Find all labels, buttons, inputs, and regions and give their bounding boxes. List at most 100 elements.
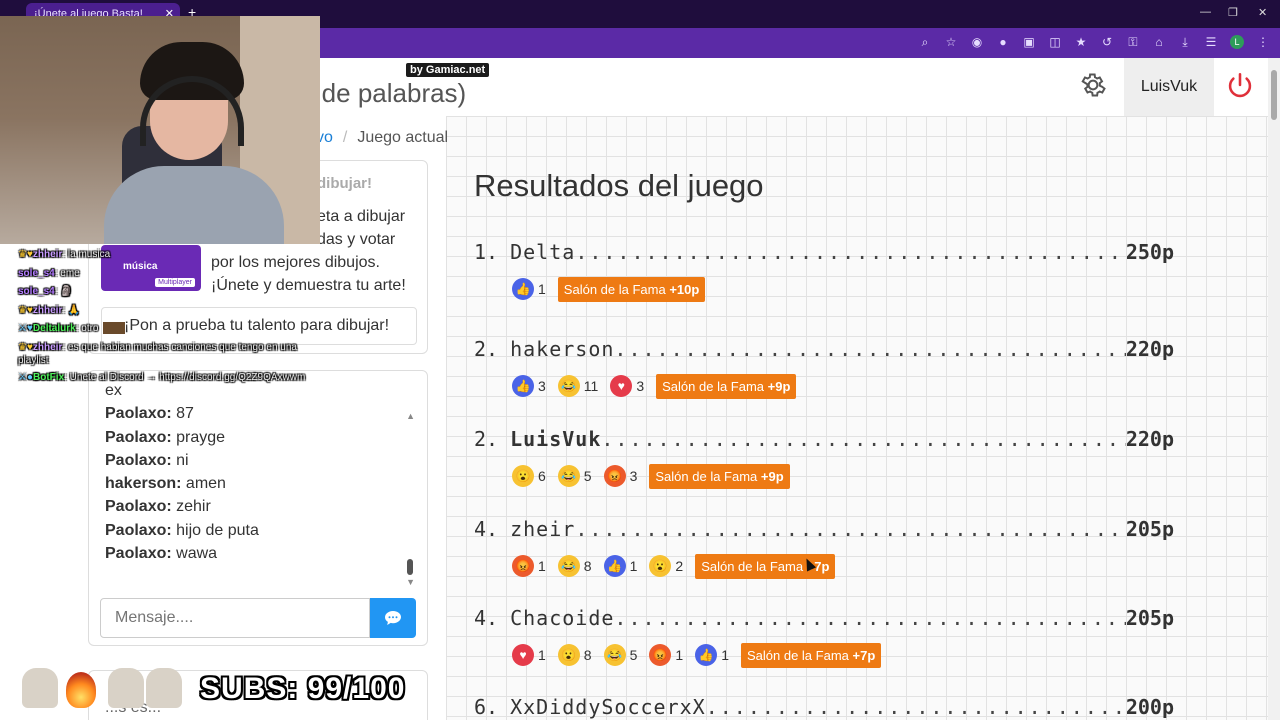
- split-icon[interactable]: ◫: [1048, 35, 1062, 50]
- webcam-person-body: [104, 166, 284, 244]
- site-title[interactable]: o de palabras): [300, 78, 466, 109]
- page-scrollbar-thumb[interactable]: [1271, 70, 1277, 120]
- fame-label: Salón de la Fama: [662, 378, 765, 394]
- overlay-chat-line: ♛♥zhheir: es que habian muchas canciones…: [18, 341, 297, 366]
- extension-icon[interactable]: ◉: [970, 35, 984, 50]
- chat-scroll-up-icon[interactable]: ▲: [406, 411, 415, 421]
- reaction-count: 1: [538, 281, 546, 297]
- gamiac-badge: by Gamiac.net: [406, 63, 490, 77]
- reaction-wow[interactable]: 😮 8: [557, 644, 592, 666]
- power-icon[interactable]: [1226, 72, 1254, 100]
- hall-of-fame-button[interactable]: Salón de la Fama +10p: [557, 276, 706, 302]
- profile-avatar[interactable]: L: [1230, 35, 1244, 49]
- extension-icon[interactable]: ●: [996, 35, 1010, 50]
- cat-figure: [22, 668, 58, 708]
- result-line: 6. XxDiddySoccerxX.......................…: [474, 695, 1174, 720]
- crown-icon: ♛♥: [18, 249, 33, 260]
- reaction-like[interactable]: 👍 1: [695, 644, 729, 666]
- reaction-laugh[interactable]: 😂 5: [603, 644, 637, 666]
- collections-icon[interactable]: ⌂: [1152, 35, 1166, 50]
- reaction-laugh[interactable]: 😂 8: [557, 555, 592, 577]
- bookmark-star-icon[interactable]: ☆: [944, 35, 958, 50]
- player-name: zheir: [510, 517, 576, 541]
- chat-message: Paolaxo: ni: [105, 449, 259, 472]
- laugh-icon: 😂: [603, 644, 626, 666]
- favorites-icon[interactable]: ★: [1074, 35, 1088, 50]
- player-name: Delta: [510, 240, 576, 264]
- result-line: 2. hakerson..............................…: [474, 337, 1174, 363]
- close-window-button[interactable]: ✕: [1258, 6, 1267, 19]
- overlay-chat-line: ⚔♥Deltalurk: otro: [18, 323, 99, 334]
- player-rank: 4.: [474, 517, 499, 541]
- laugh-icon: 😂: [557, 375, 580, 397]
- promo-heading: dibujar!: [317, 175, 372, 192]
- puzzle-icon[interactable]: ▣: [1022, 35, 1036, 50]
- overlay-chat-user: zhheir: [32, 249, 63, 260]
- reaction-angry[interactable]: 😡 1: [512, 555, 546, 577]
- cat-figure: [108, 668, 144, 708]
- chat-text: ni: [171, 451, 189, 469]
- menu-icon[interactable]: ⋮: [1256, 35, 1270, 50]
- chat-user: Paolaxo:: [105, 451, 172, 469]
- reaction-count: 1: [721, 647, 729, 663]
- reaction-laugh[interactable]: 😂 5: [557, 465, 592, 487]
- download-icon[interactable]: ⤓: [1178, 35, 1192, 50]
- reaction-like[interactable]: 👍 1: [603, 555, 637, 577]
- chat-scrollbar-thumb[interactable]: [407, 559, 413, 575]
- reading-icon[interactable]: ☰: [1204, 35, 1218, 50]
- user-menu[interactable]: LuisVuk: [1124, 58, 1214, 116]
- page-scrollbar[interactable]: [1268, 58, 1280, 720]
- history-icon[interactable]: ↺: [1100, 35, 1114, 50]
- chat-messages[interactable]: ex Paolaxo: 87 Paolaxo: prayge Paolaxo: …: [105, 382, 259, 565]
- crown-icon: ♛♥: [18, 304, 33, 316]
- like-icon: 👍: [695, 644, 718, 666]
- overlay-chat-user: zhheir: [32, 304, 63, 316]
- reaction-count: 3: [629, 468, 638, 484]
- reaction-wow[interactable]: 😮 2: [649, 555, 683, 577]
- sword-icon: ⚔●: [18, 371, 34, 383]
- reaction-like[interactable]: 👍 3: [512, 375, 546, 397]
- settings-gear-icon[interactable]: [1078, 70, 1108, 100]
- zoom-icon[interactable]: ⌕: [918, 35, 932, 50]
- reaction-angry[interactable]: 😡 3: [603, 465, 638, 487]
- overlay-chat-user: sole_s4: [18, 267, 55, 279]
- hall-of-fame-button[interactable]: Salón de la Fama +9p: [649, 463, 790, 489]
- chat-scroll-down-icon[interactable]: ▼: [406, 577, 415, 587]
- hall-of-fame-button[interactable]: Salón de la Fama +9p: [656, 373, 797, 399]
- reaction-angry[interactable]: 😡 1: [649, 644, 683, 666]
- chat-user: hakerson:: [105, 475, 182, 493]
- reaction-love[interactable]: ♥ 1: [512, 644, 546, 666]
- reaction-laugh[interactable]: 😂 11: [557, 375, 599, 397]
- overlay-chat-line: ⚔●BotFix: Unete al Discord → https://dis…: [18, 371, 306, 383]
- hall-of-fame-button[interactable]: Salón de la Fama +7p: [740, 642, 882, 668]
- key-icon[interactable]: ⚿: [1126, 35, 1140, 50]
- reaction-count: 8: [583, 647, 592, 663]
- reaction-wow[interactable]: 😮 6: [512, 465, 546, 487]
- breadcrumb-current: Juego actual: [357, 129, 449, 146]
- result-line: 2. LuisVuk...............................…: [474, 427, 1174, 453]
- player-rank: 2.: [474, 337, 499, 361]
- send-message-button[interactable]: [370, 598, 416, 638]
- reaction-count: 2: [675, 558, 684, 574]
- fame-label: Salón de la Fama: [746, 647, 849, 663]
- reaction-bar: 👍 3 😂 11 ♥ 3 Salón de la Fama +9p: [512, 373, 1174, 399]
- chat-message-input[interactable]: [100, 598, 370, 638]
- reaction-count: 11: [583, 378, 599, 394]
- laugh-icon: 😂: [557, 465, 580, 487]
- chat-user: Paolaxo:: [105, 405, 172, 423]
- subs-counter: SUBS: 99/100: [200, 672, 406, 705]
- overlay-chat-line: sole_s4: 🗿: [18, 286, 73, 297]
- chat-user: Paolaxo:: [105, 498, 172, 516]
- reaction-bar: 😮 6 😂 5 😡 3 Salón de la Fama +9p: [512, 463, 1174, 489]
- maximize-button[interactable]: ❐: [1228, 6, 1238, 19]
- chat-user: Paolaxo:: [105, 428, 172, 446]
- chat-text: wawa: [171, 545, 218, 563]
- reaction-like[interactable]: 👍 1: [512, 278, 546, 300]
- chat-user: Paolaxo:: [105, 521, 172, 539]
- minimize-button[interactable]: —: [1200, 6, 1211, 18]
- reaction-love[interactable]: ♥ 3: [610, 375, 644, 397]
- chat-text: zehir: [171, 498, 211, 516]
- chat-message: Paolaxo: 87: [105, 402, 259, 425]
- wow-icon: 😮: [512, 465, 534, 487]
- fame-bonus: +9p: [760, 468, 784, 484]
